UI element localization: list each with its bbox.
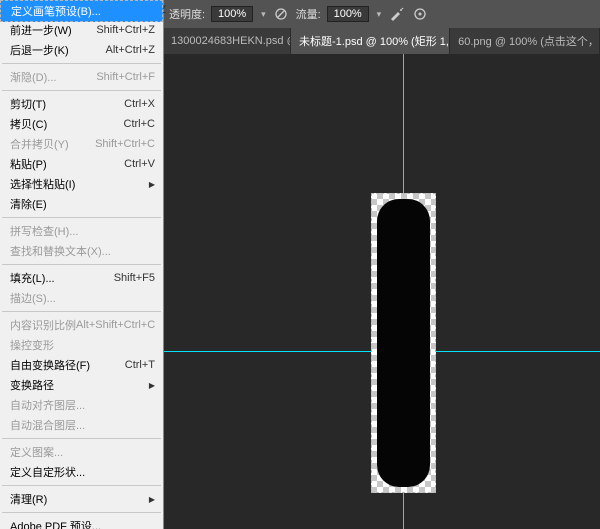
canvas-area[interactable] xyxy=(163,54,600,529)
document-tabs: 1300024683HEKN.psd @ 3...× 未标题-1.psd @ 1… xyxy=(163,28,600,55)
menu-item-label: 操控变形 xyxy=(10,337,54,353)
menu-separator xyxy=(2,311,161,312)
opacity-label: 透明度: xyxy=(169,6,205,22)
menu-item-label: 清理(R) xyxy=(10,491,47,507)
menu-item-shortcut: Shift+Ctrl+F xyxy=(96,71,155,83)
menu-item-label: 填充(L)... xyxy=(10,270,55,286)
menu-item: 定义图案... xyxy=(0,442,163,462)
chevron-right-icon: ▶ xyxy=(149,495,155,504)
menu-item-shortcut: Shift+F5 xyxy=(114,272,155,284)
opacity-value[interactable]: 100% xyxy=(211,6,253,22)
menu-item-label: 合并拷贝(Y) xyxy=(10,136,69,152)
menu-item-shortcut: Alt+Ctrl+Z xyxy=(105,44,155,56)
menu-item-shortcut: Ctrl+Z xyxy=(136,4,166,16)
menu-item: 渐隐(D)... Shift+Ctrl+F xyxy=(0,67,163,87)
menu-item-shortcut: Ctrl+T xyxy=(125,359,155,371)
menu-item: 内容识别比例Alt+Shift+Ctrl+C xyxy=(0,315,163,335)
tab-label: 未标题-1.psd @ 100% (矩形 1, RGB/... xyxy=(299,33,450,49)
document-tab[interactable]: 1300024683HEKN.psd @ 3...× xyxy=(163,28,291,54)
airbrush-icon[interactable] xyxy=(387,5,405,23)
menu-item[interactable]: 选择性粘贴(I) ▶ xyxy=(0,174,163,194)
options-bar: 透明度: 100% ▾ 流量: 100% ▾ xyxy=(163,0,600,29)
tab-label: 1300024683HEKN.psd @ 3... xyxy=(171,35,291,47)
menu-item[interactable]: 拷贝(C) Ctrl+C xyxy=(0,114,163,134)
menu-item-shortcut: Ctrl+X xyxy=(124,98,155,110)
menu-item: 查找和替换文本(X)... xyxy=(0,241,163,261)
menu-item[interactable]: 粘贴(P) Ctrl+V xyxy=(0,154,163,174)
menu-item-shortcut: Alt+Shift+Ctrl+C xyxy=(76,319,155,331)
menu-item[interactable]: 自由变换路径(F) Ctrl+T xyxy=(0,355,163,375)
artboard xyxy=(371,193,436,493)
menu-item-label: 拼写检查(H)... xyxy=(10,223,78,239)
menu-item-label: 剪切(T) xyxy=(10,96,46,112)
menu-item-shortcut: Ctrl+V xyxy=(124,158,155,170)
menu-item-label: 定义图案... xyxy=(10,444,63,460)
menu-item-label: 渐隐(D)... xyxy=(10,69,56,85)
menu-separator xyxy=(2,485,161,486)
menu-separator xyxy=(2,438,161,439)
flow-label: 流量: xyxy=(296,6,321,22)
menu-item[interactable]: 清除(E) xyxy=(0,194,163,214)
chevron-right-icon: ▶ xyxy=(149,180,155,189)
menu-item-label: 清除(E) xyxy=(10,196,47,212)
menu-item-label: 自动混合图层... xyxy=(10,417,85,433)
pressure-opacity-icon[interactable] xyxy=(272,5,290,23)
menu-item[interactable]: 剪切(T) Ctrl+X xyxy=(0,94,163,114)
menu-item-label: 描边(S)... xyxy=(10,290,56,306)
menu-item-label: 查找和替换文本(X)... xyxy=(10,243,111,259)
menu-item-label: Adobe PDF 预设... xyxy=(10,518,101,529)
menu-item[interactable]: 变换路径 ▶ xyxy=(0,375,163,395)
flow-value[interactable]: 100% xyxy=(327,6,369,22)
chevron-down-icon[interactable]: ▾ xyxy=(261,9,266,20)
menu-separator xyxy=(2,63,161,64)
menu-item[interactable]: 清理(R) ▶ xyxy=(0,489,163,509)
menu-item[interactable]: 还原设置形状图层填充(O)Ctrl+Z xyxy=(0,0,163,20)
menu-item-label: 自动对齐图层... xyxy=(10,397,85,413)
menu-item-label: 后退一步(K) xyxy=(10,42,69,58)
document-tab[interactable]: 未标题-1.psd @ 100% (矩形 1, RGB/...× xyxy=(291,28,450,54)
menu-item: 操控变形 xyxy=(0,335,163,355)
menu-item-label: 选择性粘贴(I) xyxy=(10,176,75,192)
menu-item: 合并拷贝(Y) Shift+Ctrl+C xyxy=(0,134,163,154)
pressure-size-icon[interactable] xyxy=(411,5,429,23)
document-tab[interactable]: 60.png @ 100% (点击这个，将 选区转 xyxy=(450,28,600,54)
menu-item-label: 自由变换路径(F) xyxy=(10,357,90,373)
menu-item[interactable]: 定义自定形状... xyxy=(0,462,163,482)
menu-item: 自动混合图层... xyxy=(0,415,163,435)
chevron-down-icon[interactable]: ▾ xyxy=(377,9,382,20)
menu-item: 描边(S)... xyxy=(0,288,163,308)
menu-item-label: 定义自定形状... xyxy=(10,464,85,480)
menu-item: 自动对齐图层... xyxy=(0,395,163,415)
menu-item-label: 前进一步(W) xyxy=(10,22,72,38)
menu-item-label: 拷贝(C) xyxy=(10,116,47,132)
menu-separator xyxy=(2,90,161,91)
menu-item-label: 粘贴(P) xyxy=(10,156,47,172)
chevron-right-icon: ▶ xyxy=(149,381,155,390)
menu-item-shortcut: Shift+Ctrl+Z xyxy=(96,24,155,36)
menu-item[interactable]: 后退一步(K) Alt+Ctrl+Z xyxy=(0,40,163,60)
menu-item[interactable]: 前进一步(W) Shift+Ctrl+Z xyxy=(0,20,163,40)
menu-item-label: 还原设置形状图层填充(O) xyxy=(10,2,136,18)
menu-separator xyxy=(2,264,161,265)
tab-label: 60.png @ 100% (点击这个，将 选区转 xyxy=(458,33,600,49)
menu-item: 拼写检查(H)... xyxy=(0,221,163,241)
menu-separator xyxy=(2,512,161,513)
menu-item[interactable]: 填充(L)... Shift+F5 xyxy=(0,268,163,288)
menu-item-shortcut: Ctrl+C xyxy=(124,118,155,130)
menu-separator xyxy=(2,217,161,218)
menu-item[interactable]: Adobe PDF 预设... xyxy=(0,516,163,529)
shape-layer[interactable] xyxy=(377,199,430,487)
edit-menu: 还原设置形状图层填充(O)Ctrl+Z 前进一步(W) Shift+Ctrl+Z 后退… xyxy=(0,0,164,529)
menu-item-label: 变换路径 xyxy=(10,377,54,393)
menu-item-label: 内容识别比例 xyxy=(10,317,76,333)
menu-item-shortcut: Shift+Ctrl+C xyxy=(95,138,155,150)
